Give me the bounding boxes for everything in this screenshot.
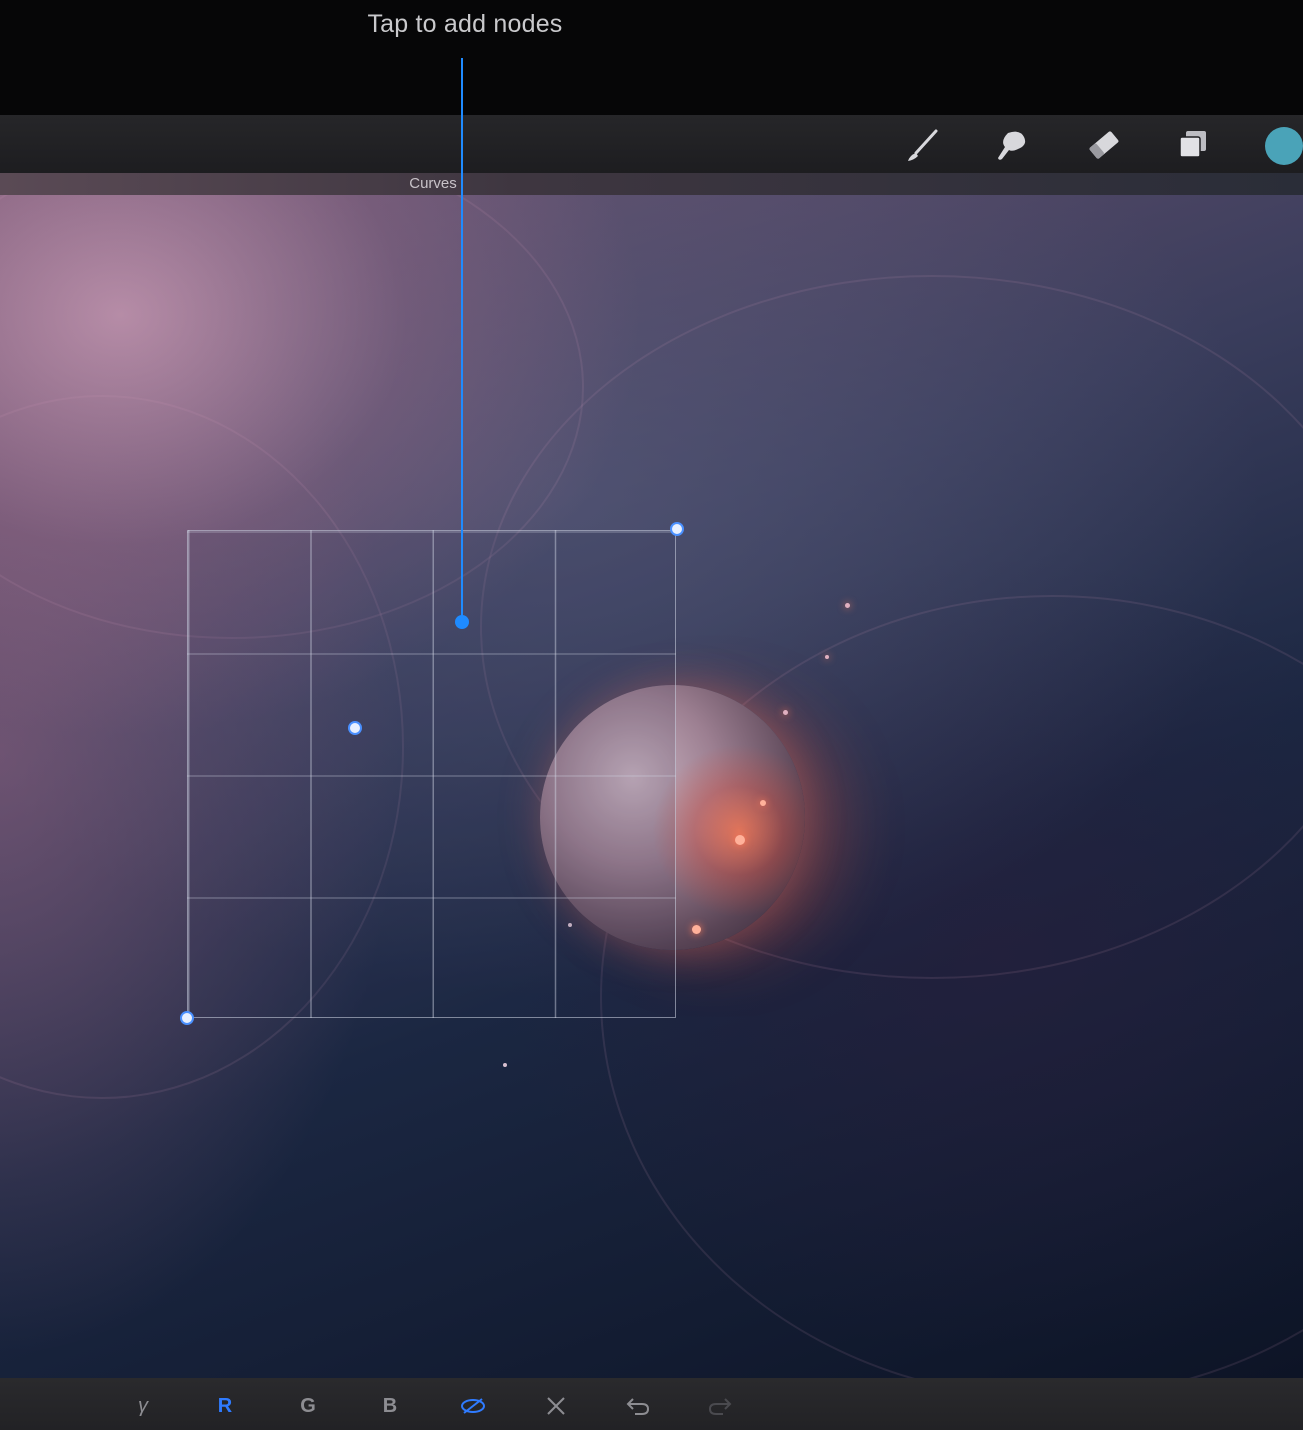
gamma-channel-button[interactable]: γ: [123, 1388, 163, 1424]
blue-channel-button[interactable]: B: [370, 1388, 410, 1424]
undo-button[interactable]: [618, 1388, 658, 1424]
color-picker-button[interactable]: [1265, 127, 1303, 165]
smudge-icon: [998, 131, 1026, 160]
curve-node-bottom-left[interactable]: [180, 1011, 194, 1025]
curve-node-top-right[interactable]: [670, 522, 684, 536]
undo-icon: [626, 1398, 650, 1415]
glow-spark: [692, 925, 701, 934]
top-toolbar: [0, 115, 1303, 173]
layers-icon: [1179, 131, 1206, 158]
close-icon: [547, 1397, 565, 1415]
debris: [845, 603, 850, 608]
glow-spark: [760, 800, 766, 806]
curves-title: Curves: [409, 175, 457, 192]
reset-button[interactable]: [536, 1388, 576, 1424]
artwork-canvas[interactable]: [0, 195, 1303, 1378]
red-channel-button[interactable]: R: [205, 1388, 245, 1424]
brush-tool-button[interactable]: [900, 123, 944, 167]
debris: [825, 655, 829, 659]
curves-editor-grid[interactable]: [187, 530, 676, 1018]
redo-button[interactable]: [700, 1388, 740, 1424]
callout-text: Tap to add nodes: [367, 10, 563, 38]
glow-spark: [735, 835, 745, 845]
paint-brush-icon: [908, 129, 938, 161]
eraser-tool-button[interactable]: [1082, 123, 1126, 167]
callout-area: [0, 0, 1303, 115]
redo-icon: [708, 1398, 732, 1415]
callout-line: [461, 58, 463, 622]
curve-node-mid[interactable]: [348, 721, 362, 735]
smudge-tool-button[interactable]: [990, 123, 1034, 167]
debris: [503, 1063, 507, 1067]
curves-header-bar: [0, 173, 1303, 195]
eraser-icon: [1089, 131, 1119, 159]
debris: [783, 710, 788, 715]
toggle-preview-button[interactable]: [453, 1388, 493, 1424]
eye-icon: [461, 1398, 485, 1414]
green-channel-button[interactable]: G: [288, 1388, 328, 1424]
layers-tool-button[interactable]: [1171, 123, 1215, 167]
callout-pointer-dot: [455, 615, 469, 629]
